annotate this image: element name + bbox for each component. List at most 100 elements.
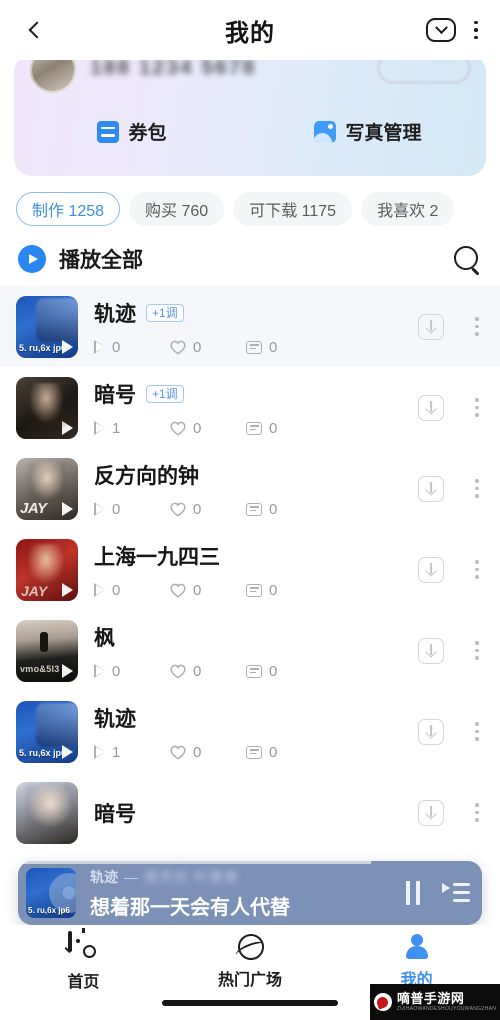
download-icon[interactable] bbox=[418, 394, 445, 421]
download-icon[interactable] bbox=[418, 799, 445, 826]
quick-link-coupon[interactable]: 券包 bbox=[14, 118, 250, 145]
row-menu-icon[interactable] bbox=[470, 314, 484, 339]
download-icon[interactable] bbox=[418, 475, 445, 502]
album-cover[interactable]: JAY bbox=[16, 538, 78, 601]
cover-play-icon[interactable] bbox=[62, 501, 73, 516]
comment-icon bbox=[246, 421, 262, 435]
comment-count: 0 bbox=[246, 663, 277, 680]
song-title: 暗号 bbox=[94, 802, 136, 826]
download-icon[interactable] bbox=[418, 718, 445, 745]
filter-tab-downloadable[interactable]: 可下载 1175 bbox=[233, 192, 353, 226]
row-menu-icon[interactable] bbox=[470, 395, 484, 420]
kebab-menu-icon[interactable] bbox=[470, 19, 482, 42]
filter-tab-purchased[interactable]: 购买 760 bbox=[129, 192, 225, 226]
player-controls bbox=[406, 881, 470, 905]
page-title: 我的 bbox=[225, 19, 275, 47]
table-row[interactable]: 5. ru,6x jp6 轨迹 1 0 0 bbox=[0, 691, 500, 772]
song-stats: 0 0 0 bbox=[94, 501, 418, 518]
heart-icon bbox=[170, 502, 186, 517]
play-all-bar: 播放全部 bbox=[0, 226, 500, 286]
play-circle-icon[interactable] bbox=[18, 245, 46, 273]
table-row[interactable]: vmo&5l3 枫 0 0 0 bbox=[0, 610, 500, 691]
search-icon[interactable] bbox=[452, 244, 482, 274]
quick-link-photo-manage[interactable]: 写真管理 bbox=[250, 118, 486, 145]
home-search-icon bbox=[64, 928, 98, 963]
play-count: 1 bbox=[94, 744, 170, 761]
player-album-cover[interactable]: 5. ru,6x jp6 bbox=[26, 868, 76, 918]
mini-player[interactable]: 5. ru,6x jp6 轨迹 — 周杰伦 叶惠美 想着那一天会有人代替 bbox=[18, 861, 482, 925]
row-actions bbox=[418, 475, 484, 502]
download-icon[interactable] bbox=[418, 313, 445, 340]
row-actions bbox=[418, 637, 484, 664]
play-outline-icon bbox=[94, 340, 105, 354]
profile-summary: 188 1234 5678 bbox=[14, 54, 486, 108]
pause-icon[interactable] bbox=[406, 881, 420, 905]
song-info: 反方向的钟 0 0 0 bbox=[94, 460, 418, 518]
song-title: 反方向的钟 bbox=[94, 464, 199, 488]
play-outline-icon bbox=[94, 664, 105, 678]
player-meta: 轨迹 — 周杰伦 叶惠美 bbox=[90, 867, 396, 887]
row-actions bbox=[418, 313, 484, 340]
watermark-main: 嘀普手游网 bbox=[396, 991, 465, 1006]
row-actions bbox=[418, 556, 484, 583]
nav-item-mine[interactable]: 我的 bbox=[333, 933, 500, 990]
filter-tab-created[interactable]: 制作 1258 bbox=[16, 192, 121, 226]
song-info: 上海一九四三 0 0 0 bbox=[94, 541, 418, 599]
nav-label: 首页 bbox=[67, 974, 100, 991]
album-cover[interactable]: vmo&5l3 bbox=[16, 619, 78, 682]
nav-item-plaza[interactable]: 热门广场 bbox=[167, 933, 334, 990]
cover-play-icon[interactable] bbox=[62, 663, 73, 678]
comment-count: 0 bbox=[246, 501, 277, 518]
key-badge: +1调 bbox=[146, 303, 184, 322]
table-row[interactable]: 暗号 bbox=[0, 772, 500, 853]
album-cover[interactable] bbox=[16, 781, 78, 844]
play-outline-icon bbox=[94, 583, 105, 597]
table-row[interactable]: 5. ru,6x jp6 轨迹 +1调 0 0 0 bbox=[0, 286, 500, 367]
cover-play-icon[interactable] bbox=[62, 744, 73, 759]
row-menu-icon[interactable] bbox=[470, 476, 484, 501]
row-menu-icon[interactable] bbox=[470, 719, 484, 744]
row-actions bbox=[418, 394, 484, 421]
table-row[interactable]: 暗号 +1调 1 0 0 bbox=[0, 367, 500, 448]
cover-play-icon[interactable] bbox=[62, 420, 73, 435]
row-menu-icon[interactable] bbox=[470, 800, 484, 825]
comment-count: 0 bbox=[246, 582, 277, 599]
heart-icon bbox=[170, 340, 186, 355]
song-title: 轨迹 bbox=[94, 707, 136, 731]
cover-figure bbox=[36, 297, 78, 342]
profile-card[interactable]: 188 1234 5678 券包 写真管理 bbox=[14, 54, 486, 176]
album-cover[interactable]: JAY bbox=[16, 457, 78, 520]
play-outline-icon bbox=[94, 421, 105, 435]
song-info: 暗号 +1调 1 0 0 bbox=[94, 379, 418, 437]
row-actions bbox=[418, 799, 484, 826]
song-title-line: 上海一九四三 bbox=[94, 541, 418, 571]
song-title: 轨迹 bbox=[94, 302, 136, 326]
message-icon[interactable] bbox=[426, 18, 456, 42]
album-cover[interactable] bbox=[16, 376, 78, 439]
download-icon[interactable] bbox=[418, 637, 445, 664]
home-indicator bbox=[162, 1000, 338, 1006]
album-cover[interactable]: 5. ru,6x jp6 bbox=[16, 700, 78, 763]
play-count: 0 bbox=[94, 582, 170, 599]
cover-play-icon[interactable] bbox=[62, 339, 73, 354]
table-row[interactable]: JAY 上海一九四三 0 0 0 bbox=[0, 529, 500, 610]
cover-play-icon[interactable] bbox=[62, 582, 73, 597]
album-cover[interactable]: 5. ru,6x jp6 bbox=[16, 295, 78, 358]
quick-link-label: 券包 bbox=[128, 123, 167, 144]
cover-art-text: JAY bbox=[20, 499, 47, 517]
row-menu-icon[interactable] bbox=[470, 638, 484, 663]
table-row[interactable]: JAY 反方向的钟 0 0 0 bbox=[0, 448, 500, 529]
like-count: 0 bbox=[170, 501, 246, 518]
comment-count: 0 bbox=[246, 420, 277, 437]
play-triangle-icon bbox=[29, 254, 38, 264]
player-progress-bar[interactable] bbox=[18, 861, 371, 864]
back-button[interactable] bbox=[18, 13, 52, 47]
row-menu-icon[interactable] bbox=[470, 557, 484, 582]
nav-item-home[interactable]: 首页 bbox=[0, 928, 167, 992]
play-count: 0 bbox=[94, 663, 170, 680]
filter-tab-favorites[interactable]: 我喜欢 2 bbox=[361, 192, 455, 226]
play-all-label[interactable]: 播放全部 bbox=[59, 244, 143, 274]
playlist-icon[interactable] bbox=[442, 882, 470, 904]
download-icon[interactable] bbox=[418, 556, 445, 583]
song-title-line: 枫 bbox=[94, 622, 418, 652]
